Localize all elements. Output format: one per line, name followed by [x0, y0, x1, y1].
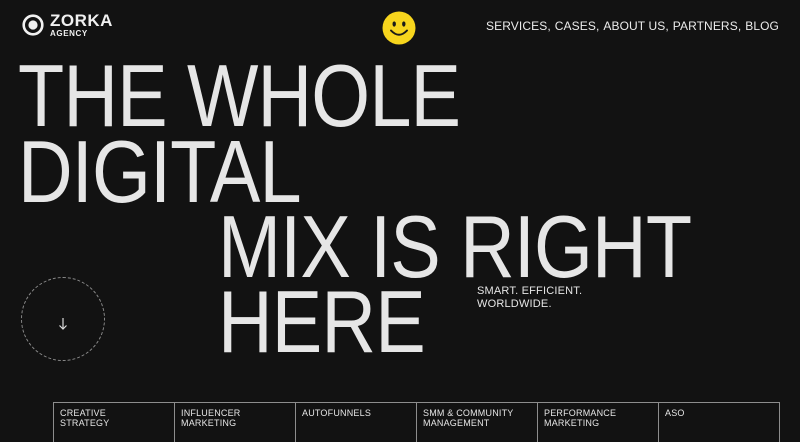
brand-name: ZORKA: [50, 11, 113, 30]
service-item-influencer-marketing[interactable]: INFLUENCER MARKETING: [175, 403, 296, 442]
service-item-smm-community-management[interactable]: SMM & COMMUNITY MANAGEMENT: [417, 403, 538, 442]
nav-separator: ,: [737, 19, 742, 33]
service-label: AUTOFUNNELS: [302, 408, 372, 418]
service-label: MANAGEMENT: [423, 418, 490, 428]
service-item-aso[interactable]: ASO: [659, 403, 779, 442]
services-list: CREATIVE STRATEGY INFLUENCER MARKETING A…: [53, 402, 780, 442]
arrow-down-icon: [59, 318, 67, 330]
service-label: MARKETING: [544, 418, 600, 428]
service-item-autofunnels[interactable]: AUTOFUNNELS: [296, 403, 417, 442]
brand-subtitle: AGENCY: [50, 29, 88, 38]
nav-separator: ,: [595, 19, 600, 33]
nav-separator: ,: [547, 19, 551, 33]
main-nav: SERVICES, CASES, ABOUT US, PARTNERS, BLO…: [486, 19, 779, 33]
brand-logo[interactable]: ZORKA AGENCY: [22, 12, 113, 38]
service-label: CREATIVE: [60, 408, 106, 418]
smiley-face-icon: [382, 11, 416, 45]
nav-link-partners[interactable]: PARTNERS: [673, 19, 738, 33]
brand-wordmark: ZORKA AGENCY: [50, 12, 113, 38]
service-label: PERFORMANCE: [544, 408, 617, 418]
nav-link-cases[interactable]: CASES: [555, 19, 596, 33]
nav-link-about-us[interactable]: ABOUT US: [603, 19, 665, 33]
nav-link-blog[interactable]: BLOG: [745, 19, 779, 33]
nav-separator: ,: [665, 19, 669, 33]
service-item-performance-marketing[interactable]: PERFORMANCE MARKETING: [538, 403, 659, 442]
service-label: STRATEGY: [60, 418, 110, 428]
hero-tagline: SMART. EFFICIENT. WORLDWIDE.: [477, 285, 582, 311]
target-logo-icon: [22, 14, 44, 36]
service-label: INFLUENCER: [181, 408, 241, 418]
service-item-creative-strategy[interactable]: CREATIVE STRATEGY: [54, 403, 175, 442]
tagline-line-1: SMART. EFFICIENT.: [477, 285, 583, 297]
service-label: ASO: [665, 408, 685, 418]
service-label: SMM & COMMUNITY: [423, 408, 514, 418]
tagline-line-2: WORLDWIDE.: [477, 298, 552, 310]
service-label: MARKETING: [181, 418, 237, 428]
nav-link-services[interactable]: SERVICES: [486, 19, 547, 33]
hero-headline-line-4: HERE: [218, 272, 426, 371]
